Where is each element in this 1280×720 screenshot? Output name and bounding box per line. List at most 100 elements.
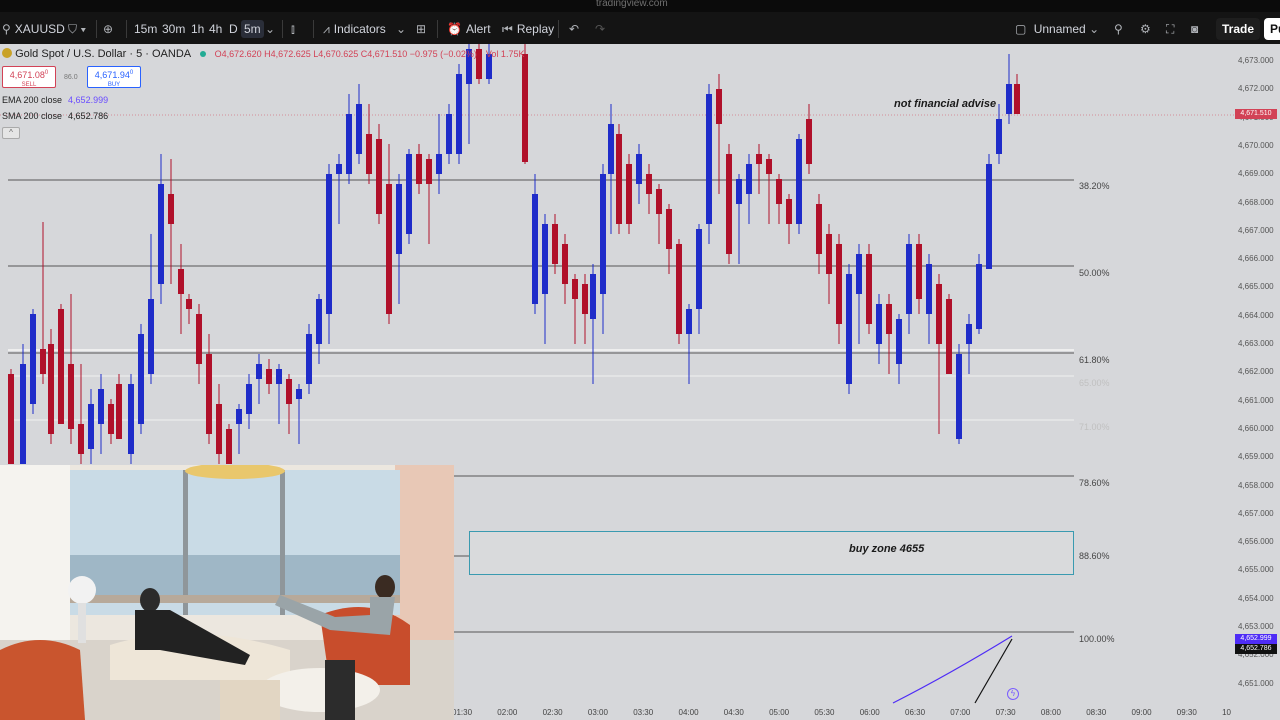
indicators-button[interactable]: ⩘ Indicators	[323, 20, 386, 38]
buy-zone-label[interactable]: buy zone 4655	[849, 543, 924, 555]
interval-1h[interactable]: 1h	[191, 20, 204, 38]
indicators-dropdown[interactable]: ⌄	[396, 20, 410, 38]
candle-body-up	[896, 319, 902, 364]
chevron-down-icon: ⌄	[1089, 22, 1100, 36]
candle-body-down	[866, 254, 872, 324]
layouts-button[interactable]: ⊞	[416, 20, 430, 38]
buy-button[interactable]: 4,671.940 BUY	[87, 66, 141, 88]
candle-body-down	[646, 174, 652, 194]
publish-button[interactable]: Pu	[1264, 18, 1280, 40]
interval-30m[interactable]: 30m	[162, 20, 185, 38]
collapse-legend-button[interactable]: ^	[2, 127, 20, 139]
spread-value: 86.0	[64, 74, 78, 81]
price-scale-label: 4,653.000	[1238, 622, 1274, 631]
snapshot-button[interactable]: ◙	[1191, 20, 1202, 38]
candle-body-down	[426, 159, 432, 184]
candle-body-down	[216, 404, 222, 454]
candle-body-up	[138, 334, 144, 424]
candle-body-up	[88, 404, 94, 449]
candle-body-up	[98, 389, 104, 424]
sell-price-sup: 0	[44, 70, 49, 76]
candle-body-down	[836, 244, 842, 324]
time-axis[interactable]: 01:30 02:00 02:30 03:00 03:30 04:00 04:30 05:00…	[452, 704, 1234, 720]
browser-url[interactable]: tradingview.com	[596, 0, 668, 9]
replay-label: Replay	[516, 22, 555, 36]
candle-body-down	[806, 119, 812, 164]
price-scale-label: 4,667.000	[1238, 225, 1274, 235]
candle-body-down	[582, 284, 588, 314]
candle-body-down	[226, 429, 232, 464]
price-scale-label: 4,661.000	[1238, 395, 1274, 405]
candle-body-up	[20, 364, 26, 464]
sell-price: 4,671.08	[9, 70, 45, 80]
lightning-icon[interactable]: ϟ	[1007, 688, 1019, 700]
price-scale[interactable]: 4,673.0004,672.0004,671.0004,670.0004,66…	[1234, 44, 1280, 720]
candle-body-down	[8, 374, 14, 464]
candle-body-up	[406, 154, 412, 234]
interval-d[interactable]: D	[229, 20, 238, 38]
sma-value: 4,652.786	[68, 111, 109, 121]
fib-level-label: 78.60%	[1079, 478, 1110, 488]
compare-button[interactable]: ⛉ ▾	[68, 20, 90, 38]
indicators-icon: ⩘	[323, 22, 330, 36]
undo-button[interactable]: ↶	[569, 20, 583, 38]
symbol-title[interactable]: Gold Spot / U.S. Dollar · 5 · OANDA	[15, 48, 190, 60]
settings-button[interactable]: ⚙	[1140, 20, 1155, 38]
orange-chair-left	[0, 640, 85, 720]
time-axis-label: 04:30	[723, 708, 744, 717]
browser-strip: tradingview.com	[0, 0, 1280, 12]
sma-price-tag: 4,652.786	[1235, 644, 1277, 654]
fib-level-label: 100.00%	[1079, 634, 1115, 644]
candle-body-down	[626, 164, 632, 224]
price-scale-label: 4,670.000	[1238, 140, 1274, 150]
symbol-search-button[interactable]: ⚲ XAUUSD	[2, 20, 65, 38]
trade-button[interactable]: Trade	[1216, 18, 1261, 40]
window-frame	[183, 470, 188, 615]
time-axis-label: 03:30	[633, 708, 654, 717]
sell-label: SELL	[21, 82, 37, 88]
time-axis-label: 05:00	[769, 708, 790, 717]
candle-body-up	[446, 114, 452, 154]
candle-body-down	[572, 279, 578, 299]
symbol-label: XAUUSD	[14, 22, 65, 36]
window-frame	[280, 470, 285, 615]
replay-button[interactable]: ⏮ Replay	[502, 20, 554, 38]
redo-button[interactable]: ↷	[595, 20, 609, 38]
price-scale-label: 4,665.000	[1238, 282, 1274, 292]
buy-price-sup: 0	[129, 70, 134, 76]
time-axis-label: 07:30	[995, 708, 1016, 717]
candle-body-down	[58, 309, 64, 424]
candle-body-down	[936, 284, 942, 344]
quick-search-button[interactable]: ⚲	[1114, 20, 1127, 38]
sma-indicator-legend[interactable]: SMA 200 close 4,652.786	[2, 111, 108, 121]
time-axis-label: 01:30	[452, 708, 473, 717]
interval-dropdown[interactable]: ⌄	[265, 20, 279, 38]
fib-level-label: 50.00%	[1079, 268, 1110, 278]
ema-indicator-legend[interactable]: EMA 200 close 4,652.999	[2, 95, 108, 105]
candle-body-up	[856, 254, 862, 294]
candle-body-up	[296, 389, 302, 399]
candle-body-down	[726, 154, 732, 254]
buy-price: 4,671.94	[94, 70, 130, 80]
candle-body-up	[906, 244, 912, 314]
fullscreen-button[interactable]: ⛶	[1166, 20, 1178, 38]
candle-body-down	[186, 299, 192, 309]
interval-5m-active[interactable]: 5m	[241, 20, 264, 38]
candle-body-up	[356, 104, 362, 154]
candle-body-up	[336, 164, 342, 174]
candle-body-down	[886, 304, 892, 334]
price-scale-label: 4,656.000	[1238, 537, 1274, 547]
buy-zone-rectangle[interactable]	[469, 531, 1074, 575]
candle-body-up	[696, 229, 702, 309]
add-symbol-button[interactable]: ⊕	[103, 20, 117, 38]
fib-level-label: 71.00%	[1079, 422, 1110, 432]
alert-button[interactable]: ⏰ Alert	[447, 20, 491, 38]
candle-body-down	[666, 209, 672, 249]
layout-name-button[interactable]: ▢ Unnamed ⌄	[1015, 20, 1103, 38]
candle-body-up	[996, 119, 1002, 154]
disclaimer-annotation[interactable]: not financial advise	[894, 98, 996, 110]
interval-4h[interactable]: 4h	[209, 20, 222, 38]
chart-type-button[interactable]: ⫾	[291, 20, 299, 38]
sell-button[interactable]: 4,671.080 SELL	[2, 66, 56, 88]
interval-15m[interactable]: 15m	[134, 20, 157, 38]
